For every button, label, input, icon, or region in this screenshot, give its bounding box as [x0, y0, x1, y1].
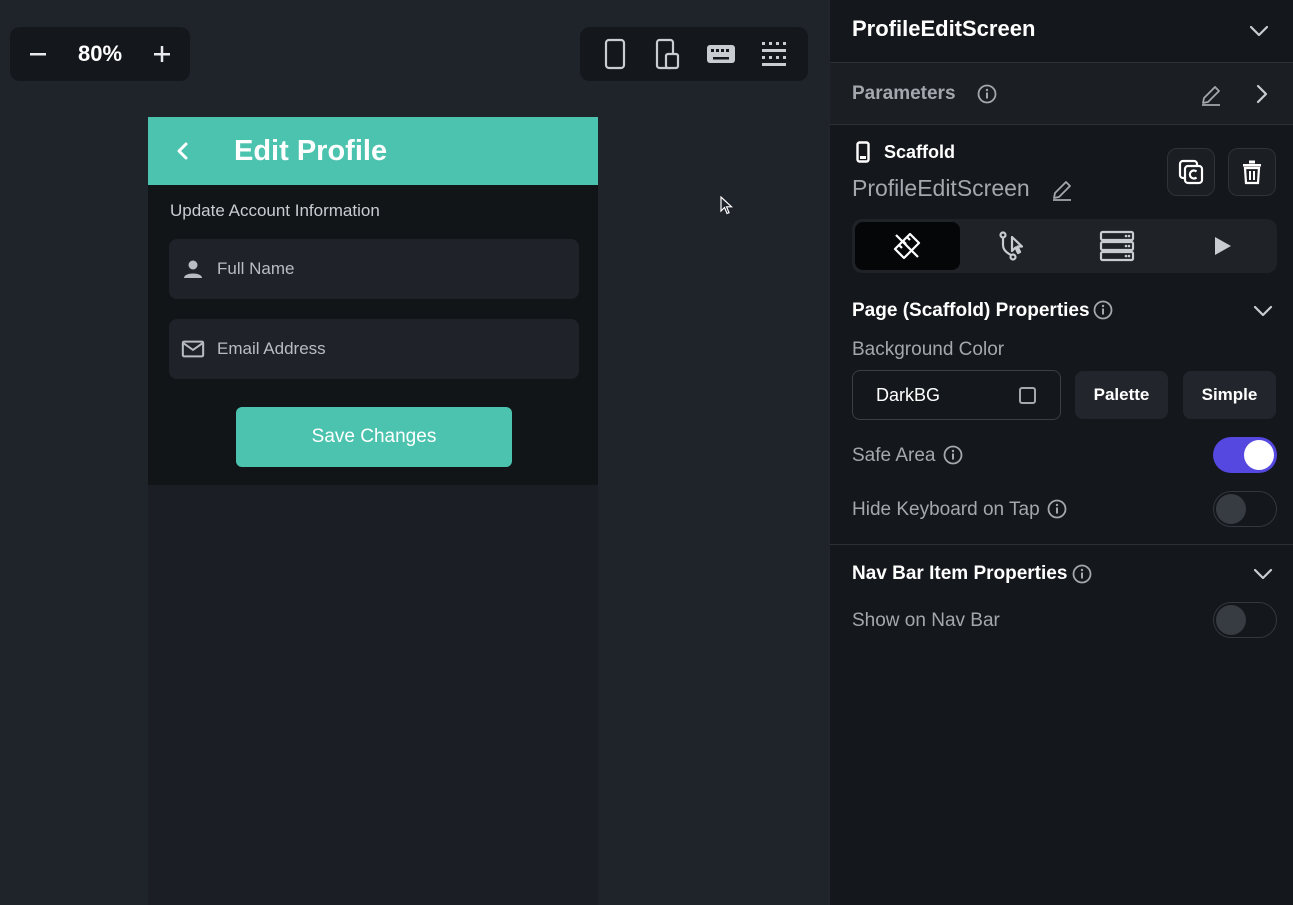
show-on-nav-bar-label: Show on Nav Bar	[852, 610, 1000, 631]
full-name-placeholder: Full Name	[217, 259, 295, 278]
panel-collapse-button[interactable]	[1247, 19, 1271, 43]
tab-preview[interactable]	[1169, 222, 1274, 270]
pencil-icon	[1053, 181, 1071, 201]
nav-bar-collapse-button[interactable]	[1251, 562, 1275, 586]
chevron-down-icon	[1253, 568, 1273, 580]
phone-icon	[856, 141, 870, 163]
chevron-down-icon	[1253, 305, 1273, 317]
toggle-knob	[1216, 494, 1246, 524]
device-toolbar	[580, 27, 808, 81]
background-color-field[interactable]: DarkBG	[852, 370, 1061, 420]
zoom-level: 80%	[77, 41, 123, 66]
plus-icon	[153, 46, 170, 62]
pencil-icon	[1202, 86, 1220, 106]
zoom-out-button[interactable]	[24, 40, 52, 68]
tablet-view-button[interactable]	[648, 34, 688, 74]
grid-toggle-button[interactable]	[754, 34, 794, 74]
copy-widget-button[interactable]	[1167, 148, 1215, 196]
phone-view-button[interactable]	[595, 34, 635, 74]
parameters-row[interactable]: Parameters	[830, 63, 1293, 124]
toggle-knob	[1244, 440, 1274, 470]
page-title: Edit Profile	[234, 135, 388, 167]
email-placeholder: Email Address	[217, 339, 326, 358]
show-on-nav-bar-toggle[interactable]	[1213, 602, 1277, 638]
info-icon[interactable]	[1093, 300, 1113, 320]
parameters-label: Parameters	[852, 83, 956, 104]
toggle-knob	[1216, 605, 1246, 635]
chevron-down-icon	[1249, 25, 1269, 37]
parameters-expand-button[interactable]	[1251, 82, 1273, 106]
minus-icon	[30, 53, 46, 56]
email-field[interactable]: Email Address	[169, 319, 579, 379]
tab-backend-query[interactable]	[1065, 222, 1170, 270]
keyboard-toggle-button[interactable]	[701, 34, 741, 74]
info-icon[interactable]	[977, 84, 997, 104]
divider	[830, 124, 1293, 125]
info-icon[interactable]	[943, 445, 963, 465]
phone-preview: Edit Profile Update Account Information …	[148, 117, 598, 905]
safe-area-label: Safe Area	[852, 445, 936, 466]
full-name-field[interactable]: Full Name	[169, 239, 579, 299]
edit-profile-screen: Edit Profile Update Account Information …	[148, 117, 598, 485]
zoom-control: 80%	[10, 27, 190, 81]
hide-keyboard-toggle[interactable]	[1213, 491, 1277, 527]
panel-tabs	[852, 219, 1277, 273]
nav-bar-properties-title: Nav Bar Item Properties	[852, 563, 1068, 584]
properties-panel: ProfileEditScreen Parameters Scaffold Pr…	[829, 0, 1293, 905]
play-icon	[1214, 237, 1231, 255]
tab-properties[interactable]	[855, 222, 960, 270]
mail-icon	[181, 337, 205, 361]
mouse-cursor-icon	[720, 196, 734, 215]
color-swatch	[1019, 387, 1036, 404]
backend-query-icon	[1099, 230, 1134, 262]
panel-title: ProfileEditScreen	[852, 16, 1036, 41]
palette-button[interactable]: Palette	[1075, 371, 1168, 419]
chevron-right-icon	[1256, 84, 1268, 104]
info-icon[interactable]	[1072, 564, 1092, 584]
simple-button[interactable]: Simple	[1183, 371, 1276, 419]
person-icon	[181, 257, 205, 281]
zoom-in-button[interactable]	[148, 40, 176, 68]
save-changes-button[interactable]: Save Changes	[236, 407, 512, 467]
keyboard-icon	[706, 45, 735, 63]
page-properties-title: Page (Scaffold) Properties	[852, 300, 1090, 321]
tablet-phone-icon	[655, 38, 679, 70]
properties-icon	[894, 232, 921, 260]
back-button[interactable]	[170, 139, 194, 163]
trash-icon	[1243, 160, 1261, 185]
tab-actions[interactable]	[960, 222, 1065, 270]
safe-area-toggle[interactable]	[1213, 437, 1277, 473]
chevron-left-icon	[177, 142, 188, 160]
app-bar: Edit Profile	[148, 117, 598, 185]
background-color-label: Background Color	[852, 339, 1005, 360]
section-subheading: Update Account Information	[170, 201, 380, 220]
grid-icon	[761, 42, 786, 66]
hide-keyboard-label: Hide Keyboard on Tap	[852, 499, 1040, 520]
edit-parameters-button[interactable]	[1198, 82, 1224, 108]
widget-name: ProfileEditScreen	[852, 175, 1030, 201]
background-color-value: DarkBG	[876, 384, 941, 405]
widget-type-label: Scaffold	[884, 142, 956, 162]
delete-widget-button[interactable]	[1228, 148, 1276, 196]
info-icon[interactable]	[1047, 499, 1067, 519]
divider	[830, 544, 1293, 545]
phone-icon	[604, 38, 625, 70]
actions-icon	[999, 231, 1024, 261]
rename-widget-button[interactable]	[1050, 178, 1074, 202]
copy-icon	[1178, 159, 1204, 185]
page-properties-collapse-button[interactable]	[1251, 299, 1275, 323]
